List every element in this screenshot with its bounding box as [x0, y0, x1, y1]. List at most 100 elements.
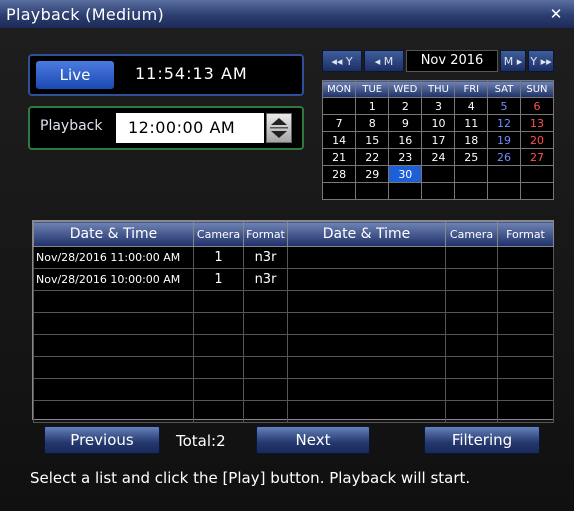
calendar-day[interactable]: 18	[454, 131, 489, 149]
time-spinner[interactable]	[266, 113, 292, 143]
calendar-day[interactable]: 23	[388, 148, 423, 166]
cell-date-time	[287, 312, 446, 335]
calendar-empty-cell	[355, 182, 390, 200]
table-row	[33, 334, 554, 357]
calendar-week-row: 21 22 23 24 25 26 27	[321, 148, 555, 166]
calendar-day[interactable]: 9	[388, 114, 423, 132]
close-icon[interactable]: ✕	[546, 5, 566, 23]
calendar-day[interactable]: 5	[487, 97, 521, 115]
prev-year-button[interactable]: ◂◂ Y	[322, 50, 362, 72]
previous-button[interactable]: Previous	[44, 426, 160, 454]
weekday-header: THU	[421, 80, 456, 98]
calendar-day[interactable]: 25	[454, 148, 489, 166]
table-row[interactable]: Nov/28/2016 11:00:00 AM 1 n3r	[33, 246, 554, 269]
calendar-day[interactable]: 26	[487, 148, 521, 166]
cell-date-time	[33, 400, 194, 423]
live-time: 11:54:13 AM	[135, 64, 248, 83]
calendar-day[interactable]: 30	[388, 165, 423, 183]
calendar-day[interactable]: 6	[519, 97, 555, 115]
weekday-header: FRI	[454, 80, 489, 98]
cell-format	[497, 356, 554, 379]
live-panel: Live 11:54:13 AM	[28, 54, 304, 96]
calendar-day[interactable]: 4	[454, 97, 489, 115]
column-header-format[interactable]: Format	[497, 221, 554, 247]
cell-format	[497, 378, 554, 401]
column-header-camera[interactable]: Camera	[193, 221, 244, 247]
calendar-empty-cell	[454, 165, 489, 183]
filtering-button[interactable]: Filtering	[424, 426, 540, 454]
calendar-day[interactable]: 13	[519, 114, 555, 132]
calendar-week-row: 123456	[321, 97, 555, 115]
calendar-day[interactable]: 16	[388, 131, 423, 149]
calendar-day[interactable]: 3	[421, 97, 456, 115]
calendar-day[interactable]: 15	[355, 131, 390, 149]
calendar-day[interactable]: 27	[519, 148, 555, 166]
calendar-day[interactable]: 11	[454, 114, 489, 132]
calendar-day[interactable]: 10	[421, 114, 456, 132]
prev-month-button[interactable]: ◂ M	[364, 50, 404, 72]
cell-format	[497, 312, 554, 335]
instruction-text: Select a list and click the [Play] butto…	[30, 469, 471, 487]
live-button[interactable]: Live	[36, 61, 114, 89]
recording-table: Date & Time Camera Format Date & Time Ca…	[33, 221, 554, 423]
table-row[interactable]: Nov/28/2016 10:00:00 AM 1 n3r	[33, 268, 554, 291]
cell-camera: 1	[193, 268, 244, 291]
calendar-day[interactable]: 21	[321, 148, 357, 166]
calendar-day[interactable]: 17	[421, 131, 456, 149]
calendar-empty-cell	[519, 182, 555, 200]
next-year-button[interactable]: Y ▸▸	[528, 50, 554, 72]
column-header-date-time[interactable]: Date & Time	[33, 221, 194, 247]
calendar-day[interactable]: 29	[355, 165, 390, 183]
calendar-empty-cell	[421, 182, 456, 200]
cell-camera	[445, 378, 498, 401]
cell-camera	[445, 400, 498, 423]
next-button[interactable]: Next	[256, 426, 370, 454]
weekday-header: TUE	[355, 80, 390, 98]
cell-camera	[193, 290, 244, 313]
recording-list: Date & Time Camera Format Date & Time Ca…	[32, 220, 554, 423]
calendar-day[interactable]: 2	[388, 97, 423, 115]
calendar-day[interactable]: 24	[421, 148, 456, 166]
cell-camera	[193, 356, 244, 379]
playback-window: Playback (Medium) ✕ Live 11:54:13 AM Pla…	[0, 0, 574, 511]
calendar-day[interactable]: 7	[321, 114, 357, 132]
cell-format	[497, 246, 554, 269]
calendar-day[interactable]: 28	[321, 165, 357, 183]
calendar-empty-cell	[454, 182, 489, 200]
table-row	[33, 400, 554, 423]
cell-format	[243, 400, 288, 423]
cell-date-time	[33, 334, 194, 357]
calendar-day[interactable]: 14	[321, 131, 357, 149]
calendar-empty-cell	[519, 165, 555, 183]
cell-format	[243, 334, 288, 357]
cell-camera	[445, 246, 498, 269]
column-header-format[interactable]: Format	[243, 221, 288, 247]
cell-format	[243, 312, 288, 335]
next-month-button[interactable]: M ▸	[500, 50, 526, 72]
cell-format: n3r	[243, 268, 288, 291]
cell-date-time	[33, 290, 194, 313]
cell-date-time	[33, 378, 194, 401]
calendar-week-row	[321, 182, 555, 200]
cell-date-time	[287, 378, 446, 401]
calendar-day[interactable]: 22	[355, 148, 390, 166]
calendar-day[interactable]: 20	[519, 131, 555, 149]
column-header-date-time[interactable]: Date & Time	[287, 221, 446, 247]
weekday-header: SAT	[487, 80, 521, 98]
calendar-month-year: Nov 2016	[406, 50, 498, 72]
calendar-week-row: 14 15 16 17 18 19 20	[321, 131, 555, 149]
calendar-empty-cell	[321, 97, 357, 115]
column-header-camera[interactable]: Camera	[445, 221, 498, 247]
playback-label: Playback	[40, 118, 103, 134]
calendar-empty-cell	[487, 165, 521, 183]
calendar-day[interactable]: 19	[487, 131, 521, 149]
calendar-day[interactable]: 8	[355, 114, 390, 132]
weekday-header: MON	[321, 80, 357, 98]
calendar-day[interactable]: 1	[355, 97, 390, 115]
calendar-day[interactable]: 12	[487, 114, 521, 132]
cell-camera	[445, 290, 498, 313]
table-row	[33, 290, 554, 313]
calendar-navigation: ◂◂ Y ◂ M Nov 2016 M ▸ Y ▸▸	[322, 50, 554, 72]
playback-time-input[interactable]: 12:00:00 AM	[116, 113, 264, 143]
cell-date-time	[33, 356, 194, 379]
